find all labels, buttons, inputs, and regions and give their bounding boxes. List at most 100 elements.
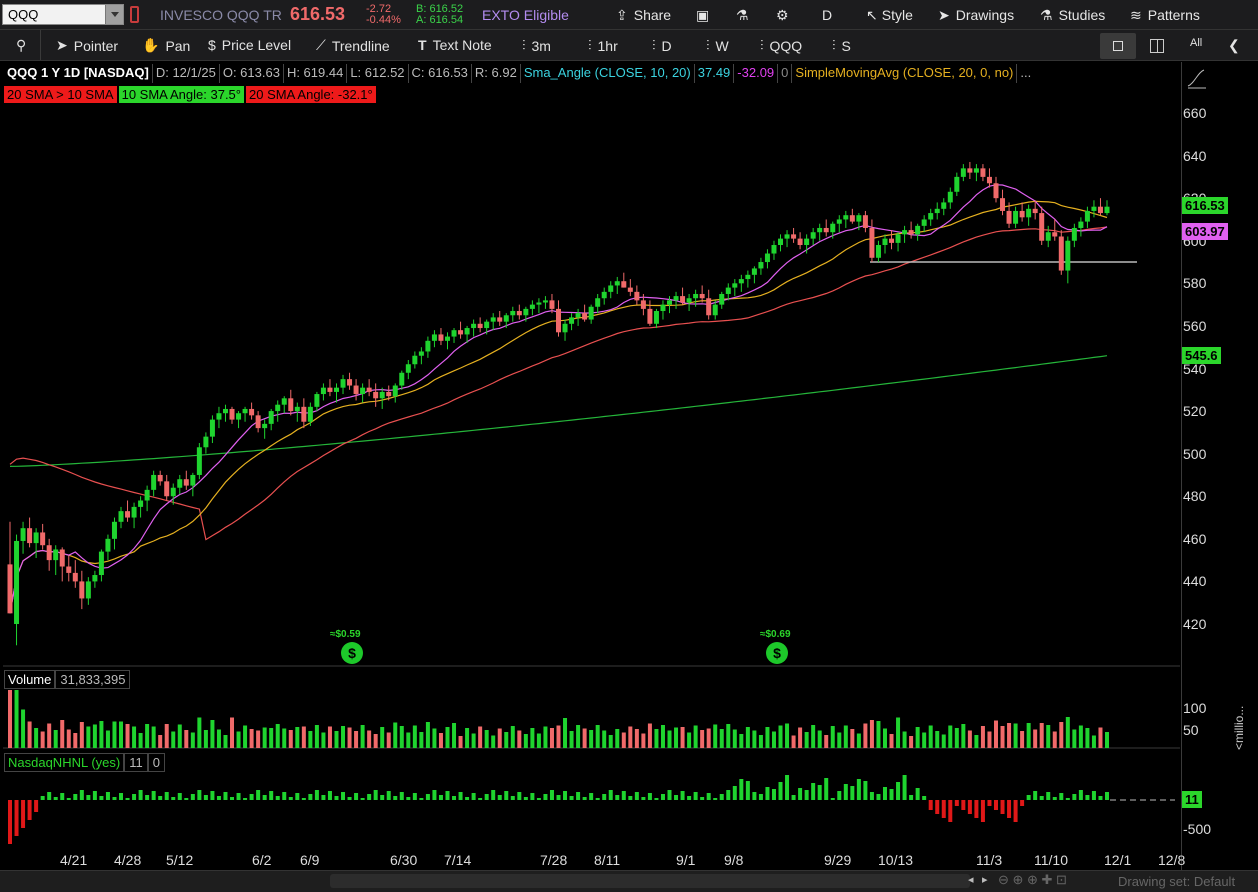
patterns-button[interactable]: ≋ Patterns: [1130, 4, 1200, 26]
pan-tool[interactable]: ✋ Pan: [142, 37, 190, 54]
nhnl-bar: [641, 797, 646, 800]
trendline-tool[interactable]: ⟋ Trendline: [316, 37, 390, 54]
nhnl-bar: [347, 797, 352, 800]
price-chart[interactable]: [0, 62, 1181, 872]
nhnl-bar: [1078, 790, 1083, 800]
symbol-dropdown-icon[interactable]: [105, 5, 123, 24]
volume-bar: [354, 731, 359, 748]
share-button[interactable]: ⇪ Share: [616, 4, 671, 26]
volume-bar: [360, 725, 365, 748]
nhnl-bar: [419, 798, 424, 800]
interval-d[interactable]: ⫶ D: [652, 37, 672, 54]
candle: [85, 577, 91, 605]
nhnl-bar: [948, 800, 953, 822]
nhnl-bar: [321, 795, 326, 800]
nhnl-bar: [295, 793, 300, 800]
candle: [333, 383, 339, 403]
volume-unit: <millio...: [1232, 705, 1246, 750]
symbol-qqq[interactable]: ⫶ QQQ: [760, 37, 802, 54]
candle: [764, 249, 770, 269]
link-icon[interactable]: [130, 6, 139, 23]
zoom-icons[interactable]: ⊖ ⊕ ⊕ ✚ ⊡: [998, 872, 1067, 888]
candle: [771, 240, 777, 260]
volume-bar: [915, 727, 920, 748]
volume-bar: [1000, 726, 1005, 748]
nhnl-bar: [497, 795, 502, 800]
candle: [412, 351, 418, 369]
volume-bar: [641, 733, 646, 748]
scroll-left-icon[interactable]: ◂: [968, 873, 974, 886]
notebook-icon: ▣: [696, 6, 710, 23]
interval-1hr[interactable]: ⫶ 1hr: [588, 37, 618, 54]
nhnl-bar: [60, 793, 65, 800]
pin-button[interactable]: ⚲: [16, 37, 26, 54]
price-level-tool[interactable]: $ Price Level: [208, 37, 291, 53]
candle: [190, 472, 196, 497]
candle: [699, 285, 705, 303]
nhnl-bar: [915, 788, 920, 800]
candle: [40, 523, 46, 550]
nhnl-bar: [693, 792, 698, 800]
volume-bar: [145, 724, 150, 748]
volume-bar: [491, 735, 496, 748]
volume-bar: [719, 729, 724, 748]
dividend-icon[interactable]: $: [341, 642, 363, 664]
candle: [157, 470, 163, 486]
date-axis-label: 4/28: [114, 852, 142, 868]
interval-d-label: D: [661, 37, 672, 54]
drawings-button[interactable]: ➤ Drawings: [938, 4, 1014, 26]
volume-bar: [471, 733, 476, 748]
volume-bar: [785, 723, 790, 748]
nhnl-bar: [34, 800, 39, 812]
volume-bar: [171, 731, 176, 748]
nhnl-bar: [523, 797, 528, 800]
single-layout-button[interactable]: [1100, 33, 1136, 59]
all-button[interactable]: All: [1190, 37, 1202, 49]
text-note-tool[interactable]: T Text Note: [418, 37, 492, 53]
nhnl-bar: [445, 791, 450, 800]
scroll-right-icon[interactable]: ▸: [982, 873, 988, 886]
volume-bar: [432, 728, 437, 748]
style-button[interactable]: ↖ Style: [866, 4, 913, 26]
candle: [360, 383, 366, 403]
candle: [151, 470, 157, 497]
period-button[interactable]: D: [822, 4, 832, 26]
nhnl-bar: [1065, 798, 1070, 800]
interval-w[interactable]: ⫶ W: [706, 37, 729, 54]
symbol-s[interactable]: ⫶ S: [832, 37, 851, 54]
symbol-input[interactable]: QQQ: [2, 4, 124, 25]
volume-label[interactable]: Volume: [4, 670, 56, 689]
drawing-set[interactable]: Drawing set: Default: [1118, 874, 1235, 889]
candle: [431, 330, 437, 348]
interval-1hr-label: 1hr: [597, 37, 618, 54]
style-label: Style: [881, 7, 913, 23]
candle: [529, 300, 535, 316]
settings-button[interactable]: ⚙: [776, 4, 789, 26]
interval-3m[interactable]: ⫶ 3m: [522, 37, 551, 54]
pointer-tool[interactable]: ➤ Pointer: [56, 37, 118, 54]
nhnl-bar: [79, 790, 84, 800]
price-axis[interactable]: [1181, 62, 1258, 872]
volume-bar: [497, 728, 502, 748]
volume-bar: [438, 733, 443, 748]
scroll-bar[interactable]: ◂ ▸ ⊖ ⊕ ⊕ ✚ ⊡ Drawing set: Default: [0, 870, 1258, 892]
candle: [758, 257, 764, 275]
nhnl-bar: [47, 792, 52, 800]
notes-button[interactable]: ▣: [696, 4, 709, 26]
scroll-thumb[interactable]: [330, 874, 970, 888]
studies-button[interactable]: ⚗ Studies: [1040, 4, 1105, 26]
nhnl-label[interactable]: NasdaqNHNL (yes): [4, 753, 125, 772]
candle: [960, 164, 966, 182]
dividend-icon[interactable]: $: [766, 642, 788, 664]
cursor-icon: ➤: [56, 37, 68, 53]
grid-layout-button[interactable]: [1150, 39, 1164, 53]
flask-button[interactable]: ⚗: [736, 4, 749, 26]
nhnl-bar: [889, 789, 894, 800]
nhnl-bar: [190, 794, 195, 800]
pointer-label: Pointer: [73, 37, 119, 54]
axis-scale-icon[interactable]: [1184, 64, 1258, 94]
volume-bar: [556, 725, 561, 748]
date-axis-label: 11/10: [1034, 852, 1068, 868]
sidebar-toggle[interactable]: ❮: [1228, 37, 1240, 54]
volume-bar: [778, 725, 783, 748]
